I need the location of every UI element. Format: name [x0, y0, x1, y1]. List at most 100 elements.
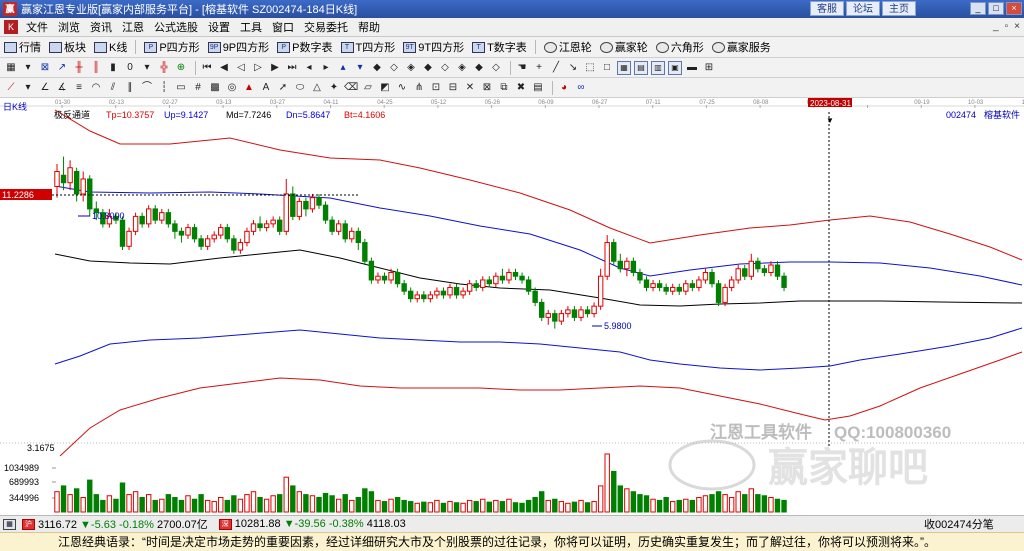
- toolbar-button-6[interactable]: T T四方形: [340, 39, 395, 55]
- menu-file[interactable]: 文件: [21, 19, 53, 35]
- delete-drawing-icon[interactable]: ✕: [463, 81, 477, 95]
- zoom-in-icon[interactable]: ⊕: [174, 61, 188, 75]
- gann-grid-icon[interactable]: ⊟: [446, 81, 460, 95]
- trend-icon[interactable]: ↗: [55, 61, 69, 75]
- cross-icon[interactable]: ✖: [514, 81, 528, 95]
- star-icon[interactable]: ✦: [327, 81, 341, 95]
- left-icon[interactable]: ◂: [302, 61, 316, 75]
- text-tool-icon[interactable]: A: [259, 81, 273, 95]
- homepage-link[interactable]: 主页: [882, 1, 916, 16]
- layout-icon[interactable]: ▦: [4, 61, 18, 75]
- bar-icon[interactable]: ║: [89, 61, 103, 75]
- toolbar-button-5[interactable]: P P数字表: [277, 39, 333, 55]
- panel2-icon[interactable]: ▤: [634, 60, 648, 75]
- candles-icon[interactable]: ╬: [157, 61, 171, 75]
- square-tool-icon[interactable]: □: [600, 61, 614, 75]
- arc-icon[interactable]: ◠: [89, 81, 103, 95]
- next-bar-icon[interactable]: ▷: [251, 61, 265, 75]
- diamond8-icon[interactable]: ◇: [489, 61, 503, 75]
- move-down-icon[interactable]: ▾: [353, 61, 367, 75]
- gann-box-icon[interactable]: ⊡: [429, 81, 443, 95]
- time-zone-icon[interactable]: ┆: [157, 81, 171, 95]
- mdi-restore-button[interactable]: ▫: [1005, 21, 1009, 32]
- diamond7-icon[interactable]: ◆: [472, 61, 486, 75]
- grid-icon[interactable]: ⊞: [702, 61, 716, 75]
- menu-formula[interactable]: 公式选股: [149, 19, 203, 35]
- diamond2-icon[interactable]: ◇: [387, 61, 401, 75]
- next-page-icon[interactable]: ▶: [268, 61, 282, 75]
- toolbar-button-2[interactable]: K线: [94, 39, 127, 55]
- dropdown2-icon[interactable]: ▾: [140, 61, 154, 75]
- line-tool-icon[interactable]: ╱: [549, 61, 563, 75]
- copy-icon[interactable]: ⧉: [497, 81, 511, 95]
- ruler-icon[interactable]: ▱: [361, 81, 375, 95]
- mdi-close-button[interactable]: ×: [1014, 21, 1020, 32]
- last-bar-icon[interactable]: ⏭: [285, 61, 299, 75]
- infinity-icon[interactable]: ∞: [574, 81, 588, 95]
- parallel-icon[interactable]: ∥: [123, 81, 137, 95]
- service-link[interactable]: 客服: [810, 1, 844, 16]
- right-icon[interactable]: ▸: [319, 61, 333, 75]
- erase-icon[interactable]: ⌫: [344, 81, 358, 95]
- truck-icon[interactable]: ▬: [685, 61, 699, 75]
- toolbar-button-1[interactable]: 板块: [49, 39, 86, 55]
- number-icon[interactable]: 0: [123, 61, 137, 75]
- box-icon[interactable]: ▭: [174, 81, 188, 95]
- toolbar-button-11[interactable]: 六角形: [655, 39, 704, 55]
- first-bar-icon[interactable]: ⏮: [200, 61, 214, 75]
- diamond4-icon[interactable]: ◆: [421, 61, 435, 75]
- toolbar-button-3[interactable]: P P四方形: [144, 39, 200, 55]
- dropdown3-icon[interactable]: ▾: [21, 81, 35, 95]
- status-menu-icon[interactable]: ▦: [3, 518, 16, 530]
- sz-index[interactable]: 10281.88 ▼-39.56 -0.38% 4118.03: [235, 518, 406, 530]
- prev-bar-icon[interactable]: ◁: [234, 61, 248, 75]
- ray-tool-icon[interactable]: ↘: [566, 61, 580, 75]
- spiral-icon[interactable]: ◎: [225, 81, 239, 95]
- panel3-icon[interactable]: ▥: [651, 60, 665, 75]
- forum-link[interactable]: 论坛: [846, 1, 880, 16]
- panel1-icon[interactable]: ▦: [617, 60, 631, 75]
- toolbar-button-8[interactable]: T T数字表: [472, 39, 527, 55]
- cycle-icon[interactable]: ⌒: [140, 81, 154, 95]
- angle2-icon[interactable]: ∡: [55, 81, 69, 95]
- mdi-minimize-button[interactable]: _: [993, 21, 999, 32]
- toolbar-button-9[interactable]: 江恩轮: [543, 39, 592, 55]
- toolbar-button-0[interactable]: 行情: [4, 39, 41, 55]
- diamond6-icon[interactable]: ◈: [455, 61, 469, 75]
- maximize-button[interactable]: □: [988, 2, 1004, 15]
- lock-icon[interactable]: ⊠: [480, 81, 494, 95]
- close-button[interactable]: ×: [1006, 2, 1022, 15]
- prev-page-icon[interactable]: ◀: [217, 61, 231, 75]
- volume-icon[interactable]: ▮: [106, 61, 120, 75]
- toolbar-button-12[interactable]: 赢家服务: [711, 39, 771, 55]
- menu-tools[interactable]: 工具: [235, 19, 267, 35]
- menu-browse[interactable]: 浏览: [53, 19, 85, 35]
- kline-chart[interactable]: 赢家聊吧 江恩工具软件 QQ:100800360 01-30 02-13 02-27…: [0, 98, 1024, 515]
- marker-icon[interactable]: ▲: [242, 81, 256, 95]
- toolbar-button-10[interactable]: 赢家轮: [599, 39, 648, 55]
- toolbar-button-7[interactable]: 9T 9T四方形: [403, 39, 464, 55]
- fib-icon[interactable]: ≡: [72, 81, 86, 95]
- arrow-tool-icon[interactable]: ➚: [276, 81, 290, 95]
- chart-config-icon[interactable]: ⊠: [38, 61, 52, 75]
- grid2-icon[interactable]: #: [191, 81, 205, 95]
- shapes-icon[interactable]: ◩: [378, 81, 392, 95]
- menu-settings[interactable]: 设置: [203, 19, 235, 35]
- menu-trade[interactable]: 交易委托: [299, 19, 353, 35]
- wave-icon[interactable]: ∿: [395, 81, 409, 95]
- toolbar-button-4[interactable]: 9P 9P四方形: [207, 39, 269, 55]
- crosshair-icon[interactable]: +: [532, 61, 546, 75]
- square-of-nine-icon[interactable]: ▩: [208, 81, 222, 95]
- color-wheel-icon[interactable]: ◕: [557, 81, 571, 95]
- panel4-icon[interactable]: ▣: [668, 60, 682, 75]
- gann-fan-icon[interactable]: ⟋: [4, 81, 18, 95]
- dropdown-arrow-icon[interactable]: ▾: [21, 61, 35, 75]
- ticker-icon[interactable]: ▤: [531, 81, 545, 95]
- hand-icon[interactable]: ☚: [515, 61, 529, 75]
- sh-index[interactable]: 3116.72 ▼-5.63 -0.18% 2700.07亿: [38, 516, 208, 532]
- chart-area[interactable]: 赢家聊吧 江恩工具软件 QQ:100800360 01-30 02-13 02-27…: [0, 98, 1024, 515]
- channel-icon[interactable]: ⫽: [106, 81, 120, 95]
- diamond5-icon[interactable]: ◇: [438, 61, 452, 75]
- triangle-icon[interactable]: △: [310, 81, 324, 95]
- diamond1-icon[interactable]: ◆: [370, 61, 384, 75]
